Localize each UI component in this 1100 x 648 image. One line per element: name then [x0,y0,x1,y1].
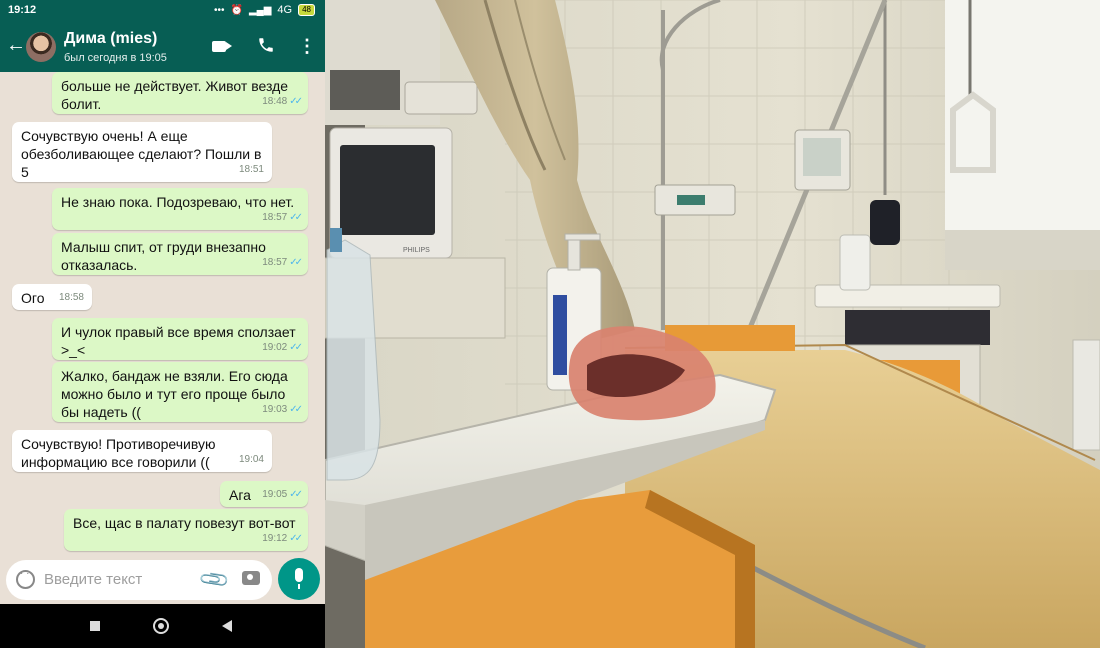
last-seen: был сегодня в 19:05 [64,52,167,64]
message-text: И чулок правый все время сползает >_< [61,324,296,358]
read-ticks-icon: ✓✓ [289,257,303,268]
read-ticks-icon: ✓✓ [289,533,303,544]
status-bar: 19:12 ••• ⏰ ▂▄▆ 4G 48 [0,0,325,22]
whatsapp-screen: 19:12 ••• ⏰ ▂▄▆ 4G 48 ← Дима (mies) был … [0,0,325,648]
composer-bar: Введите текст 📎 [0,556,325,604]
message-bubble[interactable]: И чулок правый все время сползает >_< 19… [52,318,308,360]
message-time: 18:58 [58,292,84,303]
message-time: 18:57 [262,212,288,223]
message-time: 19:04 [238,454,264,465]
read-ticks-icon: ✓✓ [289,212,303,223]
monitor-brand: PHILIPS [403,247,430,254]
hospital-room-photo: PHILIPS [325,0,1100,648]
message-time: 19:12 [262,533,288,544]
emoji-icon[interactable] [16,568,35,589]
message-bubble[interactable]: Сочувствую очень! А еще обезболивающее с… [12,122,272,182]
avatar[interactable] [26,32,56,62]
more-options-icon[interactable]: ⋮ [298,36,316,57]
message-bubble[interactable]: Малыш спит, от груди внезапно отказалась… [52,233,308,275]
voice-message-button[interactable] [278,558,320,600]
back-arrow-icon[interactable]: ← [6,34,26,57]
system-nav-bar [0,604,325,648]
message-time: 19:05 [262,489,288,500]
camera-icon[interactable] [242,571,260,585]
message-text: Сочувствую очень! А еще обезболивающее с… [21,128,262,180]
network-label: 4G [277,4,293,16]
message-text: Не знаю пока. Подозреваю, что нет. [61,194,295,210]
read-ticks-icon: ✓✓ [289,96,303,107]
message-list: больше не действует. Живот везде болит. … [0,72,325,556]
recents-icon[interactable] [90,621,100,631]
chat-header: ← Дима (mies) был сегодня в 19:05 ⋮ [0,22,325,72]
battery-icon: 48 [298,4,315,16]
read-ticks-icon: ✓✓ [289,342,303,353]
hospital-room-illustration: PHILIPS [325,0,1100,648]
status-time: 19:12 [8,4,37,16]
read-ticks-icon: ✓✓ [289,404,303,415]
message-text: больше не действует. Живот везде болит. [61,78,289,112]
attach-icon[interactable]: 📎 [197,562,232,597]
message-time: 18:51 [238,164,264,175]
contact-name[interactable]: Дима (mies) [64,30,157,48]
message-bubble[interactable]: Ого 18:58 [12,284,92,310]
back-icon[interactable] [222,620,232,632]
message-time: 18:57 [262,257,288,268]
read-ticks-icon: ✓✓ [289,489,303,500]
message-input-placeholder[interactable]: Введите текст [44,571,142,588]
message-bubble[interactable]: Ага 19:05 ✓✓ [220,481,308,507]
message-text: Ага [229,487,251,503]
message-text: Малыш спит, от груди внезапно отказалась… [61,239,266,273]
message-bubble[interactable]: Жалко, бандаж не взяли. Его сюда можно б… [52,362,308,422]
video-call-icon[interactable] [212,36,232,57]
mic-icon [295,568,303,589]
message-text: Все, щас в палату повезут вот-вот [73,515,296,531]
phone-call-icon[interactable] [257,36,275,59]
more-notifications-icon: ••• [213,4,225,16]
home-icon[interactable] [153,618,169,634]
message-text: Жалко, бандаж не взяли. Его сюда можно б… [61,368,288,420]
message-text: Ого [21,290,45,306]
message-text: Сочувствую! Противоречивую информацию вс… [21,436,216,470]
message-time: 19:02 [262,342,288,353]
message-bubble[interactable]: Все, щас в палату повезут вот-вот 19:12 ✓… [64,509,308,551]
message-bubble[interactable]: Не знаю пока. Подозреваю, что нет. 18:57… [52,188,308,230]
message-time: 18:48 [262,96,288,107]
message-time: 19:03 [262,404,288,415]
message-input[interactable]: Введите текст 📎 [6,560,272,600]
signal-icon: ▂▄▆ [248,4,272,16]
alarm-off-icon: ⏰ [230,4,243,16]
message-bubble[interactable]: Сочувствую! Противоречивую информацию вс… [12,430,272,472]
message-bubble[interactable]: больше не действует. Живот везде болит. … [52,72,308,114]
